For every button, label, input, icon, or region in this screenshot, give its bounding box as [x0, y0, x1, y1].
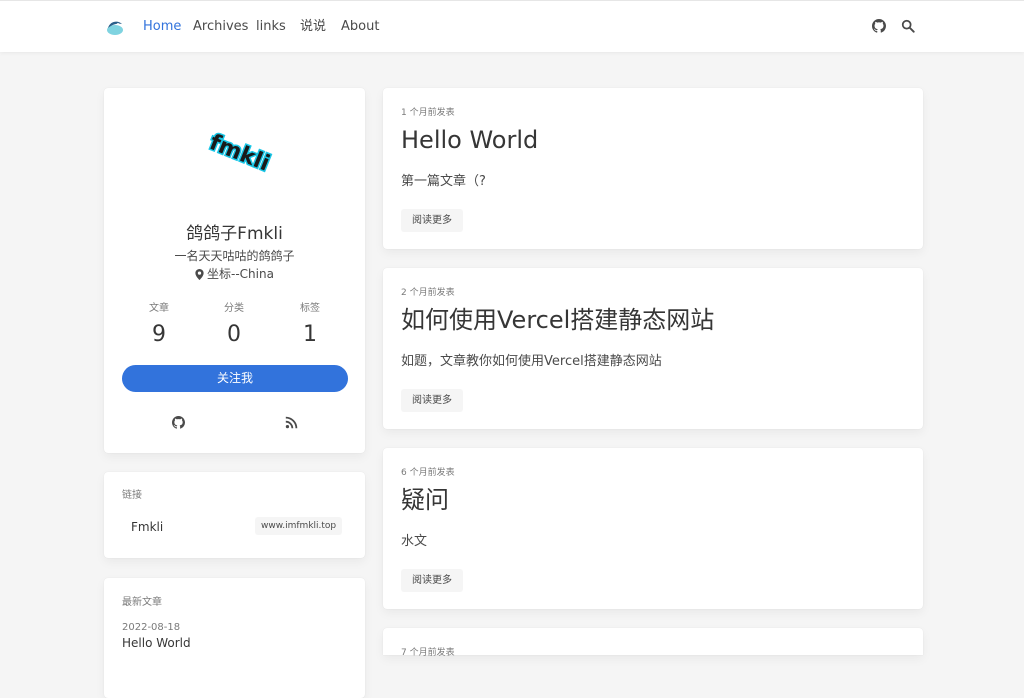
stat-value: 1	[303, 322, 317, 347]
link-url-tag[interactable]: www.imfmkli.top	[255, 517, 343, 535]
rss-icon[interactable]	[285, 416, 298, 429]
bird-logo-icon[interactable]	[106, 18, 124, 36]
post-excerpt: 水文	[401, 534, 428, 549]
post-title[interactable]: 如何使用Vercel搭建静态网站	[401, 304, 714, 336]
post-title[interactable]: 疑问	[401, 484, 449, 516]
post-excerpt: 如题，文章教你如何使用Vercel搭建静态网站	[401, 354, 662, 369]
post-card: 7 个月前发表	[383, 628, 923, 658]
read-more-button[interactable]: 阅读更多	[401, 209, 463, 232]
post-card: 1 个月前发表 Hello World 第一篇文章（? 阅读更多	[383, 88, 923, 249]
read-more-button[interactable]: 阅读更多	[401, 569, 463, 592]
post-date: 6 个月前发表	[401, 468, 455, 478]
post-date: 2 个月前发表	[401, 288, 455, 298]
follow-button[interactable]: 关注我	[122, 365, 348, 392]
post-date: 7 个月前发表	[401, 648, 455, 658]
github-icon[interactable]	[872, 19, 886, 33]
widget-title: 最新文章	[122, 597, 162, 608]
nav-item-links[interactable]: links	[256, 18, 286, 36]
stat-posts[interactable]: 文章 9	[129, 302, 189, 350]
profile-card: fmkli 鸽鸽子Fmkli 一名天天咕咕的鸽鸽子 坐标--China 文章 9…	[104, 88, 365, 453]
post-excerpt: 第一篇文章（?	[401, 174, 486, 189]
post-title[interactable]: Hello World	[401, 124, 538, 156]
stat-value: 0	[227, 322, 241, 347]
author-description: 一名天天咕咕的鸽鸽子	[174, 249, 295, 263]
stat-tags[interactable]: 标签 1	[280, 302, 340, 350]
stat-label: 标签	[300, 303, 320, 314]
github-icon[interactable]	[172, 416, 185, 429]
link-name[interactable]: Fmkli	[131, 519, 163, 535]
nav-item-archives[interactable]: Archives	[193, 18, 248, 36]
stat-categories[interactable]: 分类 0	[204, 302, 264, 350]
author-location: 坐标--China	[104, 266, 365, 282]
links-widget: 链接 Fmkli www.imfmkli.top	[104, 472, 365, 558]
widget-title: 链接	[122, 490, 142, 501]
recent-post-date: 2022-08-18	[122, 622, 181, 633]
map-marker-icon	[195, 269, 204, 280]
author-name: 鸽鸽子Fmkli	[186, 224, 283, 244]
navbar: Home Archives links 说说 About	[0, 0, 1024, 52]
read-more-button[interactable]: 阅读更多	[401, 389, 463, 412]
stat-label: 分类	[224, 303, 244, 314]
stat-label: 文章	[149, 303, 169, 314]
avatar: fmkli	[204, 129, 274, 178]
post-card: 6 个月前发表 疑问 水文 阅读更多	[383, 448, 923, 609]
svg-text:fmkli: fmkli	[206, 130, 273, 176]
location-text: 坐标--China	[207, 267, 274, 281]
recent-post-title[interactable]: Hello World	[122, 635, 191, 651]
nav-item-shuoshuo[interactable]: 说说	[300, 18, 326, 36]
post-card: 2 个月前发表 如何使用Vercel搭建静态网站 如题，文章教你如何使用Verc…	[383, 268, 923, 429]
recent-posts-widget: 最新文章 2022-08-18 Hello World	[104, 578, 365, 698]
stat-value: 9	[152, 322, 166, 347]
post-date: 1 个月前发表	[401, 108, 455, 118]
nav-item-about[interactable]: About	[341, 18, 379, 36]
nav-item-home[interactable]: Home	[143, 18, 181, 36]
search-icon[interactable]	[901, 19, 915, 33]
